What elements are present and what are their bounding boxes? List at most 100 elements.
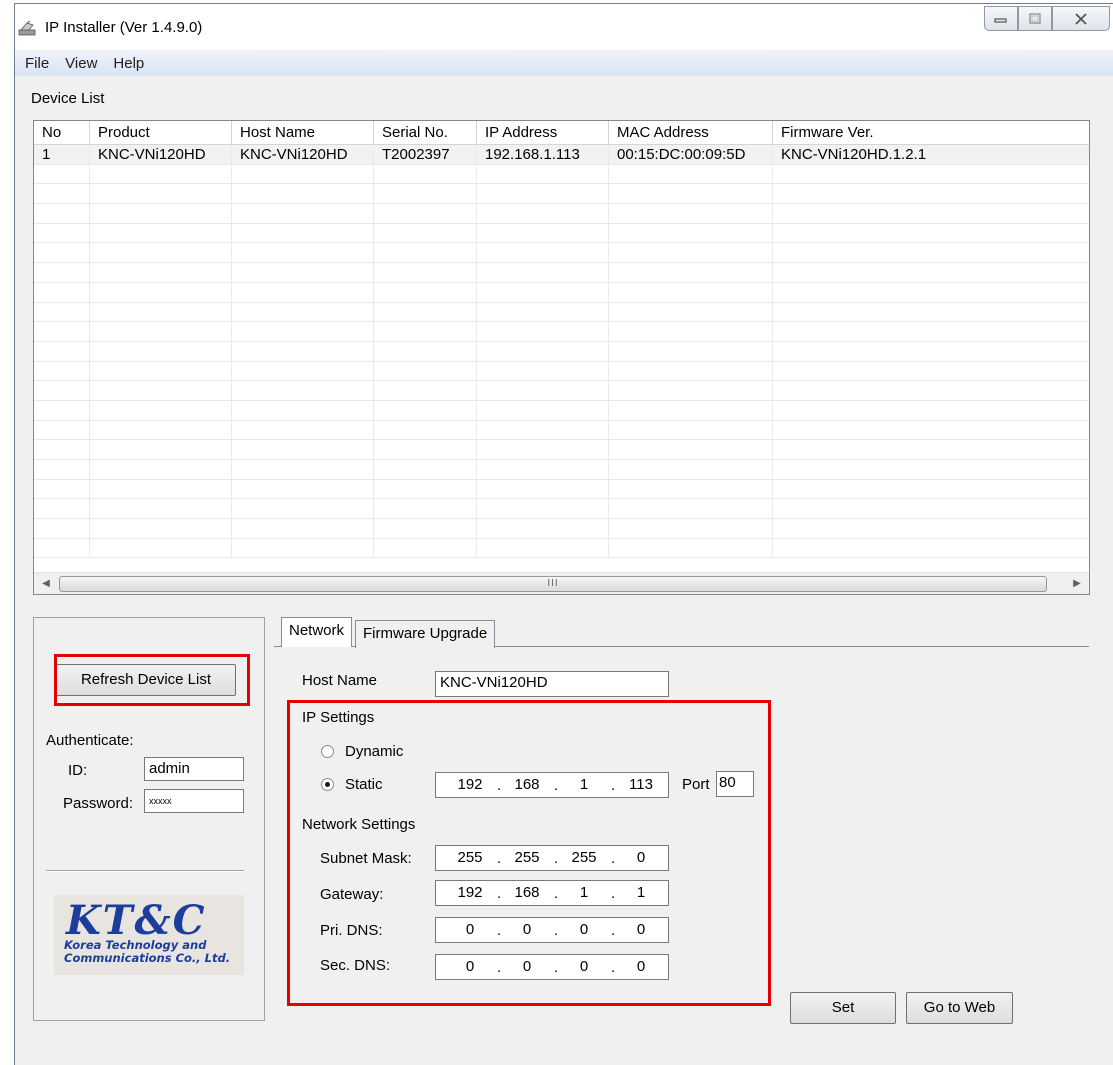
cell-serial — [374, 440, 477, 459]
cell-mac — [609, 204, 773, 223]
tab-firmware-upgrade[interactable]: Firmware Upgrade — [355, 620, 496, 648]
gateway-octet-3[interactable]: 1 — [564, 881, 604, 905]
subnet-octet-4[interactable]: 0 — [621, 846, 661, 870]
menu-view[interactable]: View — [65, 55, 97, 72]
pri-dns-octet-1[interactable]: 0 — [450, 918, 490, 942]
column-header-product[interactable]: Product — [90, 121, 232, 145]
static-label[interactable]: Static — [345, 776, 383, 793]
ip-octet-2[interactable]: 168 — [507, 773, 547, 797]
minimize-button[interactable] — [984, 6, 1018, 31]
cell-ip — [477, 400, 609, 420]
column-header-firmware[interactable]: Firmware Ver. — [773, 121, 1089, 145]
gateway-octet-2[interactable]: 168 — [507, 881, 547, 905]
cell-firmware — [773, 342, 1089, 361]
cell-product — [90, 519, 232, 538]
scroll-right-arrow-icon[interactable]: ▶ — [1069, 576, 1085, 592]
pri-dns-input[interactable]: 0 . 0 . 0 . 0 — [435, 917, 669, 943]
subnet-octet-1[interactable]: 255 — [450, 846, 490, 870]
subnet-octet-2[interactable]: 255 — [507, 846, 547, 870]
ip-dot: . — [554, 959, 559, 976]
column-header-ip[interactable]: IP Address — [477, 121, 609, 145]
id-input[interactable]: admin — [144, 757, 244, 781]
scroll-left-arrow-icon[interactable]: ◀ — [38, 576, 54, 592]
dynamic-label[interactable]: Dynamic — [345, 743, 403, 760]
cell-no — [34, 420, 90, 440]
gateway-octet-4[interactable]: 1 — [621, 881, 661, 905]
subnet-octet-3[interactable]: 255 — [564, 846, 604, 870]
window-title: IP Installer (Ver 1.4.9.0) — [45, 19, 203, 36]
empty-table-row — [34, 420, 1089, 441]
cell-firmware — [773, 362, 1089, 381]
ktc-logo: KT&C Korea Technology and Communications… — [54, 895, 244, 975]
static-radio[interactable] — [321, 778, 334, 791]
tab-network[interactable]: Network — [281, 617, 353, 647]
cell-serial — [374, 479, 477, 499]
cell-ip — [477, 164, 609, 184]
set-button[interactable]: Set — [790, 992, 896, 1024]
scroll-thumb[interactable]: III — [59, 576, 1047, 592]
sec-dns-octet-1[interactable]: 0 — [450, 955, 490, 979]
ip-dot: . — [554, 777, 559, 794]
cell-ip — [477, 440, 609, 459]
cell-product — [90, 420, 232, 440]
menu-help[interactable]: Help — [113, 55, 144, 72]
empty-table-row — [34, 381, 1089, 401]
port-input[interactable]: 80 — [716, 771, 754, 797]
pri-dns-octet-4[interactable]: 0 — [621, 918, 661, 942]
pri-dns-octet-2[interactable]: 0 — [507, 918, 547, 942]
cell-serial — [374, 400, 477, 420]
column-header-mac[interactable]: MAC Address — [609, 121, 773, 145]
cell-no — [34, 499, 90, 519]
cell-mac — [609, 440, 773, 459]
maximize-button[interactable] — [1018, 6, 1052, 31]
dynamic-radio[interactable] — [321, 745, 334, 758]
cell-no — [34, 322, 90, 341]
cell-no — [34, 479, 90, 499]
cell-firmware — [773, 184, 1089, 203]
cell-no — [34, 184, 90, 204]
pri-dns-octet-3[interactable]: 0 — [564, 918, 604, 942]
cell-host-name — [232, 223, 374, 243]
static-ip-input[interactable]: 192 . 168 . 1 . 113 — [435, 772, 669, 798]
gateway-octet-1[interactable]: 192 — [450, 881, 490, 905]
cell-host-name — [232, 440, 374, 459]
cell-host-name — [232, 184, 374, 204]
cell-product — [90, 243, 232, 263]
column-header-serial[interactable]: Serial No. — [374, 121, 477, 145]
sec-dns-octet-3[interactable]: 0 — [564, 955, 604, 979]
ip-octet-4[interactable]: 113 — [621, 773, 661, 797]
sec-dns-input[interactable]: 0 . 0 . 0 . 0 — [435, 954, 669, 980]
host-name-input[interactable]: KNC-VNi120HD — [435, 671, 669, 697]
horizontal-scrollbar[interactable]: ◀ III ▶ — [34, 572, 1089, 594]
cell-serial — [374, 164, 477, 184]
cell-product — [90, 204, 232, 223]
go-to-web-button[interactable]: Go to Web — [906, 992, 1013, 1024]
table-row[interactable]: 1 KNC-VNi120HD KNC-VNi120HD T2002397 192.168… — [34, 145, 1089, 165]
gateway-input[interactable]: 192 . 168 . 1 . 1 — [435, 880, 669, 906]
column-header-host-name[interactable]: Host Name — [232, 121, 374, 145]
close-button[interactable] — [1052, 6, 1110, 31]
ip-octet-3[interactable]: 1 — [564, 773, 604, 797]
cell-mac — [609, 243, 773, 263]
ip-dot: . — [497, 885, 502, 902]
cell-no — [34, 381, 90, 400]
ip-dot: . — [611, 885, 616, 902]
ip-octet-1[interactable]: 192 — [450, 773, 490, 797]
subnet-mask-input[interactable]: 255 . 255 . 255 . 0 — [435, 845, 669, 871]
sec-dns-octet-2[interactable]: 0 — [507, 955, 547, 979]
close-icon — [1075, 12, 1087, 25]
cell-ip — [477, 322, 609, 341]
empty-table-row — [34, 282, 1089, 303]
cell-ip — [477, 519, 609, 538]
cell-serial — [374, 302, 477, 322]
cell-ip — [477, 282, 609, 302]
device-list-view[interactable]: No Product Host Name Serial No. IP Addre… — [33, 120, 1090, 595]
cell-serial — [374, 223, 477, 243]
empty-table-row — [34, 479, 1089, 500]
column-header-no[interactable]: No — [34, 121, 90, 145]
cell-firmware — [773, 165, 1089, 184]
menu-file[interactable]: File — [25, 55, 49, 72]
cell-mac — [609, 519, 773, 538]
password-input[interactable]: xxxxx — [144, 789, 244, 813]
sec-dns-octet-4[interactable]: 0 — [621, 955, 661, 979]
